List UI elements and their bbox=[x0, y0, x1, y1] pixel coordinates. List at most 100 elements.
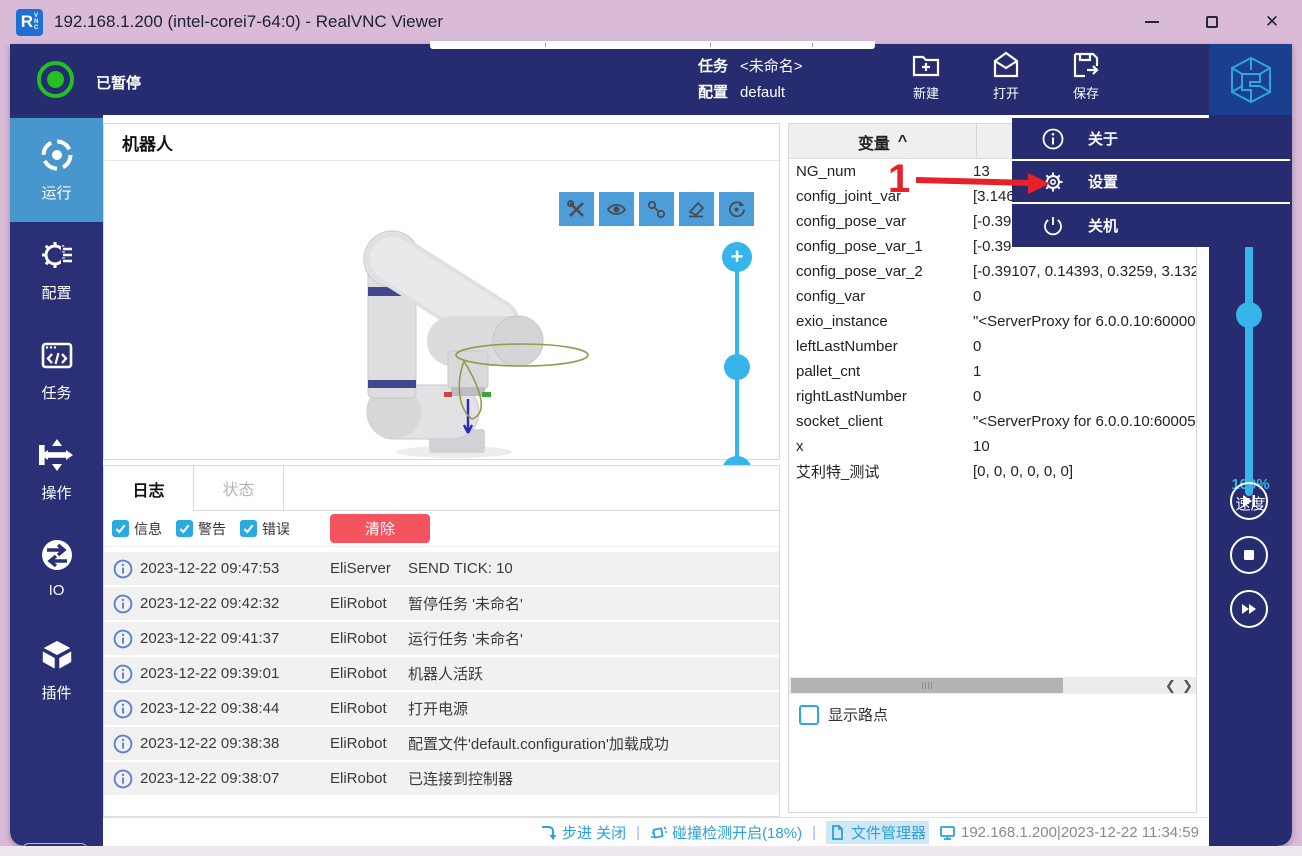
horizontal-scrollbar[interactable]: ❮ ❯ bbox=[789, 677, 1196, 694]
view-tools-button[interactable] bbox=[559, 192, 594, 226]
view-path-button[interactable] bbox=[639, 192, 674, 226]
sidebar-item-plugin[interactable]: 插件 bbox=[10, 637, 103, 703]
variable-row[interactable]: 艾利特_测试[0, 0, 0, 0, 0, 0] bbox=[789, 459, 1196, 484]
log-row: 2023-12-22 09:38:07EliRobot已连接到控制器 bbox=[104, 762, 779, 795]
checkbox-unchecked-icon[interactable] bbox=[799, 705, 819, 725]
fast-forward-button[interactable] bbox=[1230, 590, 1268, 628]
variable-row[interactable]: socket_client"<ServerProxy for 6.0.0.10:… bbox=[789, 409, 1196, 434]
save-task-button[interactable]: 保存 bbox=[1050, 49, 1122, 111]
task-value: <未命名> bbox=[740, 58, 803, 75]
view-reset-button[interactable] bbox=[719, 192, 754, 226]
collision-detect-status[interactable]: 碰撞检测开启(18%) bbox=[650, 822, 802, 843]
info-icon bbox=[113, 594, 133, 614]
checkbox-checked-icon[interactable] bbox=[176, 520, 193, 537]
speed-slider-track[interactable] bbox=[1245, 244, 1253, 496]
variable-row[interactable]: config_pose_var_2[-0.39107, 0.14393, 0.3… bbox=[789, 259, 1196, 284]
zoom-in-button[interactable]: + bbox=[722, 242, 752, 272]
variable-name: socket_client bbox=[789, 413, 973, 430]
log-source: EliRobot bbox=[330, 630, 408, 647]
menu-item-settings[interactable]: 设置 bbox=[1012, 161, 1290, 204]
status-separator: | bbox=[636, 824, 640, 841]
sidebar-item-label: 任务 bbox=[41, 382, 71, 403]
variable-value: 0 bbox=[973, 288, 981, 305]
log-source: EliRobot bbox=[330, 770, 408, 787]
variable-row[interactable]: pallet_cnt1 bbox=[789, 359, 1196, 384]
log-time: 2023-12-22 09:39:01 bbox=[140, 665, 330, 682]
filter-label: 信息 bbox=[134, 519, 162, 539]
zoom-slider-thumb[interactable] bbox=[724, 354, 750, 380]
sidebar-item-label: IO bbox=[49, 582, 65, 599]
log-message: 配置文件'default.configuration'加载成功 bbox=[408, 733, 669, 754]
variable-row[interactable]: leftLastNumber0 bbox=[789, 334, 1196, 359]
file-manager-button[interactable]: 文件管理器 bbox=[826, 821, 929, 844]
variable-name: x bbox=[789, 438, 973, 455]
realvnc-logo-icon: RVNC bbox=[16, 9, 43, 36]
view-erase-button[interactable] bbox=[679, 192, 714, 226]
variable-row[interactable]: rightLastNumber0 bbox=[789, 384, 1196, 409]
app-menu-button[interactable] bbox=[1209, 44, 1292, 115]
robot-panel-title: 机器人 bbox=[104, 124, 779, 161]
speed-slider-thumb[interactable] bbox=[1236, 302, 1262, 328]
log-row: 2023-12-22 09:42:32EliRobot暂停任务 '未命名' bbox=[104, 587, 779, 620]
file-icon bbox=[829, 824, 846, 841]
eraser-icon bbox=[686, 199, 707, 220]
variable-row[interactable]: x10 bbox=[789, 434, 1196, 459]
filter-label: 警告 bbox=[198, 519, 226, 539]
vnc-toolbar-collapsed[interactable] bbox=[430, 41, 875, 49]
maximize-button[interactable] bbox=[1182, 0, 1242, 44]
variable-value: "<ServerProxy for 6.0.0.10:60000, bbox=[973, 313, 1196, 330]
step-mode-status[interactable]: 步进 关闭 bbox=[540, 822, 626, 843]
minimize-button[interactable] bbox=[1122, 0, 1182, 44]
sidebar-item-label: 运行 bbox=[41, 182, 71, 203]
sidebar-item-io[interactable]: IO bbox=[10, 537, 103, 599]
log-message: 打开电源 bbox=[408, 698, 468, 719]
path-icon bbox=[646, 199, 667, 220]
checkbox-checked-icon[interactable] bbox=[240, 520, 257, 537]
log-source: EliRobot bbox=[330, 700, 408, 717]
sidebar-item-operate[interactable]: 操作 bbox=[10, 437, 103, 503]
menu-item-shutdown[interactable]: 关机 bbox=[1012, 204, 1290, 247]
sidebar-item-config[interactable]: 配置 bbox=[10, 237, 103, 303]
scrollbar-thumb[interactable] bbox=[791, 678, 1063, 693]
sidebar-item-task[interactable]: 任务 bbox=[10, 337, 103, 403]
menu-item-label: 设置 bbox=[1088, 171, 1118, 192]
scroll-left-button[interactable]: ❮ bbox=[1162, 677, 1179, 694]
new-task-button[interactable]: 新建 bbox=[890, 49, 962, 111]
log-message: 运行任务 '未命名' bbox=[408, 628, 523, 649]
log-source: EliRobot bbox=[330, 665, 408, 682]
close-button[interactable]: ✕ bbox=[1242, 0, 1302, 44]
maximize-icon bbox=[1206, 16, 1218, 28]
open-task-button[interactable]: 打开 bbox=[970, 49, 1042, 111]
step-run-button[interactable] bbox=[1230, 482, 1268, 520]
tab-log[interactable]: 日志 bbox=[104, 466, 194, 511]
stop-icon bbox=[1240, 546, 1258, 564]
variable-row[interactable]: config_var0 bbox=[789, 284, 1196, 309]
variable-value: [3.146 bbox=[973, 188, 1015, 205]
action-label: 打开 bbox=[993, 83, 1019, 102]
tab-status[interactable]: 状态 bbox=[194, 466, 284, 510]
info-icon bbox=[113, 629, 133, 649]
log-row: 2023-12-22 09:41:37EliRobot运行任务 '未命名' bbox=[104, 622, 779, 655]
task-code-icon bbox=[39, 337, 75, 373]
action-label: 新建 bbox=[913, 83, 939, 102]
log-filter-error[interactable]: 错误 bbox=[240, 519, 290, 539]
log-list: 2023-12-22 09:47:53EliServerSEND TICK: 1… bbox=[104, 547, 779, 795]
sidebar-item-run[interactable]: 运行 bbox=[10, 118, 103, 222]
config-label: 配置 bbox=[698, 84, 728, 101]
checkbox-checked-icon[interactable] bbox=[112, 520, 129, 537]
vnc-titlebar: RVNC 192.168.1.200 (intel-corei7-64:0) -… bbox=[0, 0, 1302, 44]
variable-value: 0 bbox=[973, 338, 981, 355]
show-waypoints-toggle[interactable]: 显示路点 bbox=[799, 704, 888, 725]
log-filter-warning[interactable]: 警告 bbox=[176, 519, 226, 539]
action-label: 保存 bbox=[1073, 83, 1099, 102]
scroll-right-button[interactable]: ❯ bbox=[1179, 677, 1196, 694]
menu-item-about[interactable]: 关于 bbox=[1012, 118, 1290, 161]
clear-log-button[interactable]: 清除 bbox=[330, 514, 430, 543]
stop-button[interactable] bbox=[1230, 536, 1268, 574]
log-filter-info[interactable]: 信息 bbox=[112, 519, 162, 539]
collapse-chevron-icon[interactable]: ^ bbox=[898, 133, 907, 151]
variable-name: config_pose_var_1 bbox=[789, 238, 973, 255]
elite-robot-logo-icon bbox=[1228, 56, 1274, 104]
view-visibility-button[interactable] bbox=[599, 192, 634, 226]
variable-row[interactable]: exio_instance"<ServerProxy for 6.0.0.10:… bbox=[789, 309, 1196, 334]
